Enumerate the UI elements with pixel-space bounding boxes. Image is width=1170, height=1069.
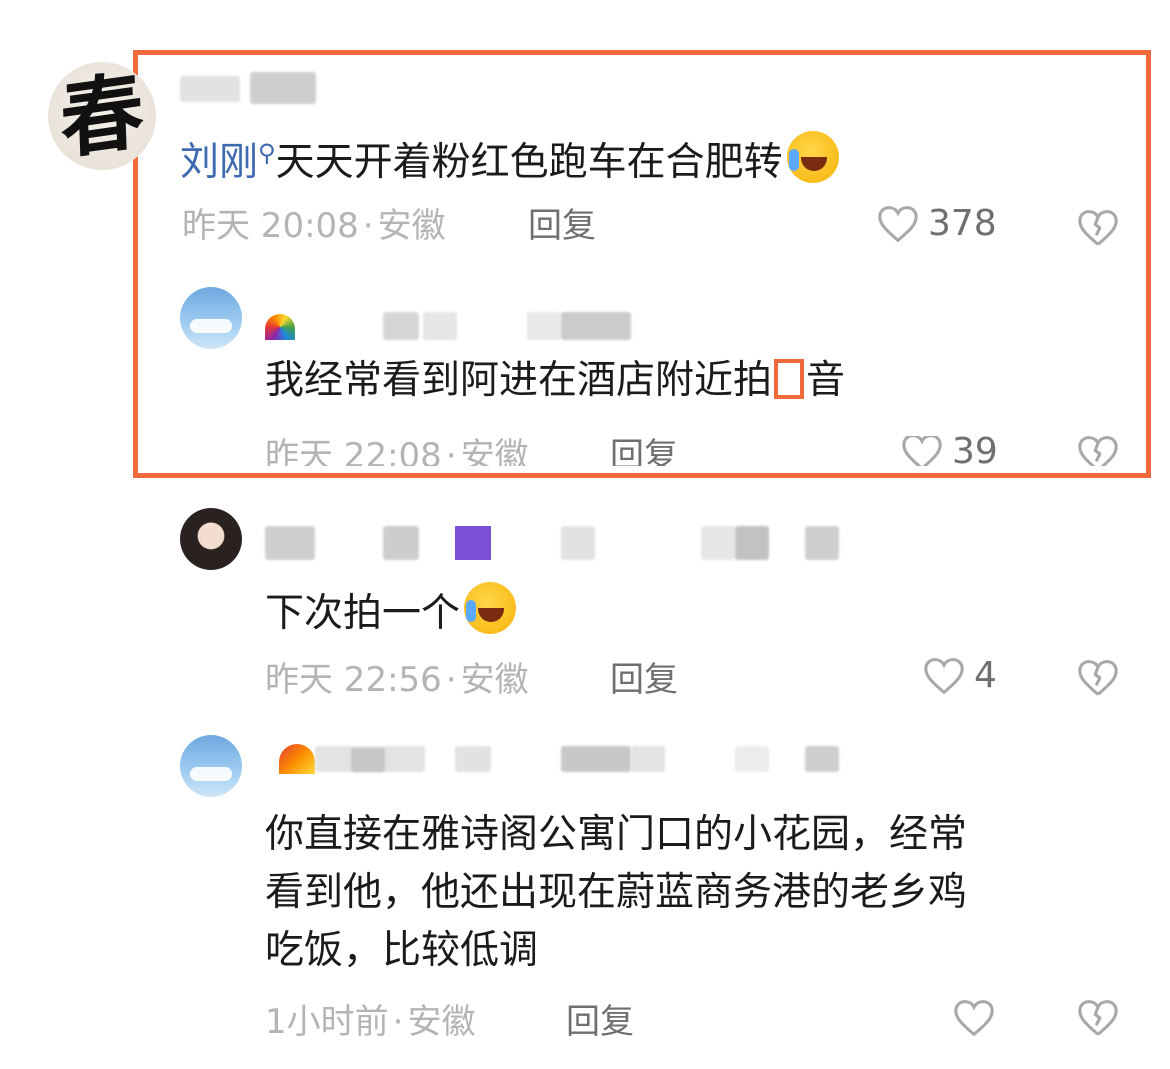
search-icon[interactable]: ⚲ (258, 139, 276, 167)
dislike-broken-heart-icon[interactable] (1076, 658, 1120, 698)
avatar[interactable] (180, 735, 242, 797)
comment-meta-row: 昨天 22:08 · 安徽 回复 39 (262, 436, 1142, 466)
username-blurred[interactable] (265, 522, 845, 562)
comment-meta: 昨天 22:08 · 安徽 (265, 436, 529, 466)
reply-button[interactable]: 回复 (610, 660, 678, 700)
comment-text: 我经常看到阿进在酒店附近拍音 (265, 358, 846, 403)
mention-link[interactable]: 刘刚 (180, 140, 258, 185)
username-blurred[interactable] (180, 70, 320, 106)
comment-time: 1小时前 (265, 1002, 389, 1042)
avatar[interactable]: 春 (48, 62, 156, 170)
comment-text: 刘刚⚲天天开着粉红色跑车在合肥转 (180, 130, 839, 186)
heart-icon (902, 436, 942, 466)
like-button[interactable]: 39 (900, 436, 998, 466)
comment-time: 昨天 22:56 (265, 660, 442, 700)
annotation-marker (774, 359, 805, 399)
username-blurred[interactable] (265, 296, 685, 342)
avatar[interactable] (180, 508, 242, 570)
avatar[interactable] (180, 287, 242, 349)
comment-meta: 昨天 22:56 · 安徽 (265, 660, 529, 700)
like-count: 378 (928, 203, 997, 244)
like-count: 4 (974, 655, 997, 696)
like-button[interactable]: 378 (876, 204, 997, 244)
comment-time: 昨天 20:08 (182, 206, 359, 246)
dislike-broken-heart-icon[interactable] (1076, 436, 1120, 466)
comment-meta: 1小时前 · 安徽 (265, 1002, 476, 1042)
heart-icon (924, 658, 964, 695)
comment-location: 安徽 (407, 1002, 476, 1042)
reply-button[interactable]: 回复 (528, 206, 596, 246)
avatar-glyph: 春 (58, 62, 146, 170)
rofl-emoji-icon (464, 582, 517, 634)
comment-meta: 昨天 20:08 · 安徽 (182, 206, 446, 246)
heart-icon (878, 206, 918, 243)
comment-location: 安徽 (377, 206, 446, 246)
dislike-broken-heart-icon[interactable] (1076, 208, 1120, 248)
rofl-emoji-icon (786, 131, 839, 183)
like-button[interactable]: 4 (922, 656, 997, 696)
reply-button[interactable]: 回复 (566, 1002, 634, 1042)
comment-location: 安徽 (460, 436, 529, 466)
annotation-highlight-box (133, 50, 1151, 478)
username-blurred[interactable] (265, 740, 845, 780)
like-count: 39 (952, 436, 998, 466)
dislike-broken-heart-icon[interactable] (1076, 998, 1120, 1038)
comment-location: 安徽 (460, 660, 529, 700)
comment-text: 你直接在雅诗阁公寓门口的小花园，经常 看到他，他还出现在蔚蓝商务港的老乡鸡 吃饭… (265, 812, 968, 973)
reply-button[interactable]: 回复 (610, 436, 678, 466)
comment-text: 下次拍一个 (265, 582, 517, 637)
heart-icon[interactable] (952, 998, 996, 1038)
comment-time: 昨天 22:08 (265, 436, 442, 466)
